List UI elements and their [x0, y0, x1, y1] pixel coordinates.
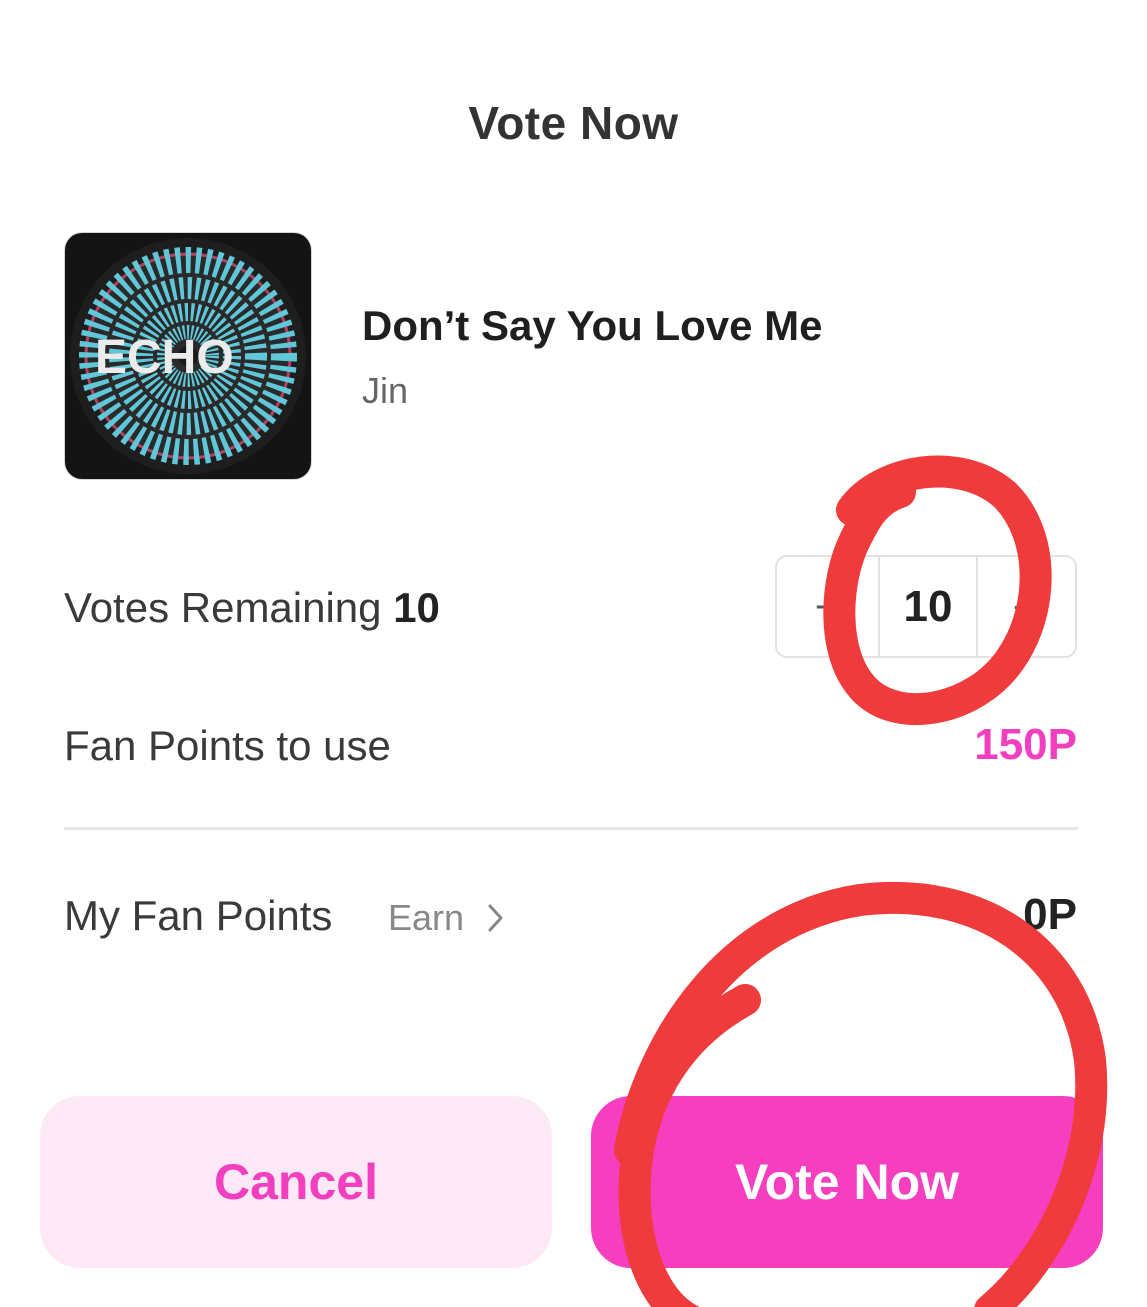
- my-fan-points-label: My Fan Points: [64, 892, 333, 939]
- votes-remaining-text: Votes Remaining: [64, 584, 382, 631]
- votes-remaining-label: Votes Remaining 10: [64, 584, 440, 632]
- song-title: Don’t Say You Love Me: [362, 302, 823, 349]
- earn-link[interactable]: Earn: [388, 897, 464, 939]
- vote-count-value[interactable]: 10: [878, 557, 978, 656]
- votes-remaining-count: 10: [393, 584, 440, 631]
- dialog-title: Vote Now: [468, 97, 679, 149]
- cancel-button[interactable]: Cancel: [40, 1096, 552, 1268]
- vote-count-stepper: − 10 +: [775, 555, 1077, 658]
- fan-points-to-use-label: Fan Points to use: [64, 722, 391, 769]
- decrement-button[interactable]: −: [777, 557, 877, 656]
- chevron-right-icon[interactable]: [486, 902, 506, 939]
- fan-points-to-use-value: 150P: [974, 720, 1077, 769]
- album-logo-text: ECHO: [95, 331, 234, 384]
- increment-button[interactable]: +: [975, 557, 1075, 656]
- album-cover: ECHO: [64, 232, 312, 480]
- my-fan-points-value: 0P: [1023, 890, 1077, 939]
- divider: [64, 827, 1078, 830]
- vote-dialog: Vote Now ECHO Don’t Say You Love Me Jin …: [0, 0, 1147, 1307]
- vote-now-button[interactable]: Vote Now: [591, 1096, 1103, 1268]
- song-artist: Jin: [362, 370, 409, 411]
